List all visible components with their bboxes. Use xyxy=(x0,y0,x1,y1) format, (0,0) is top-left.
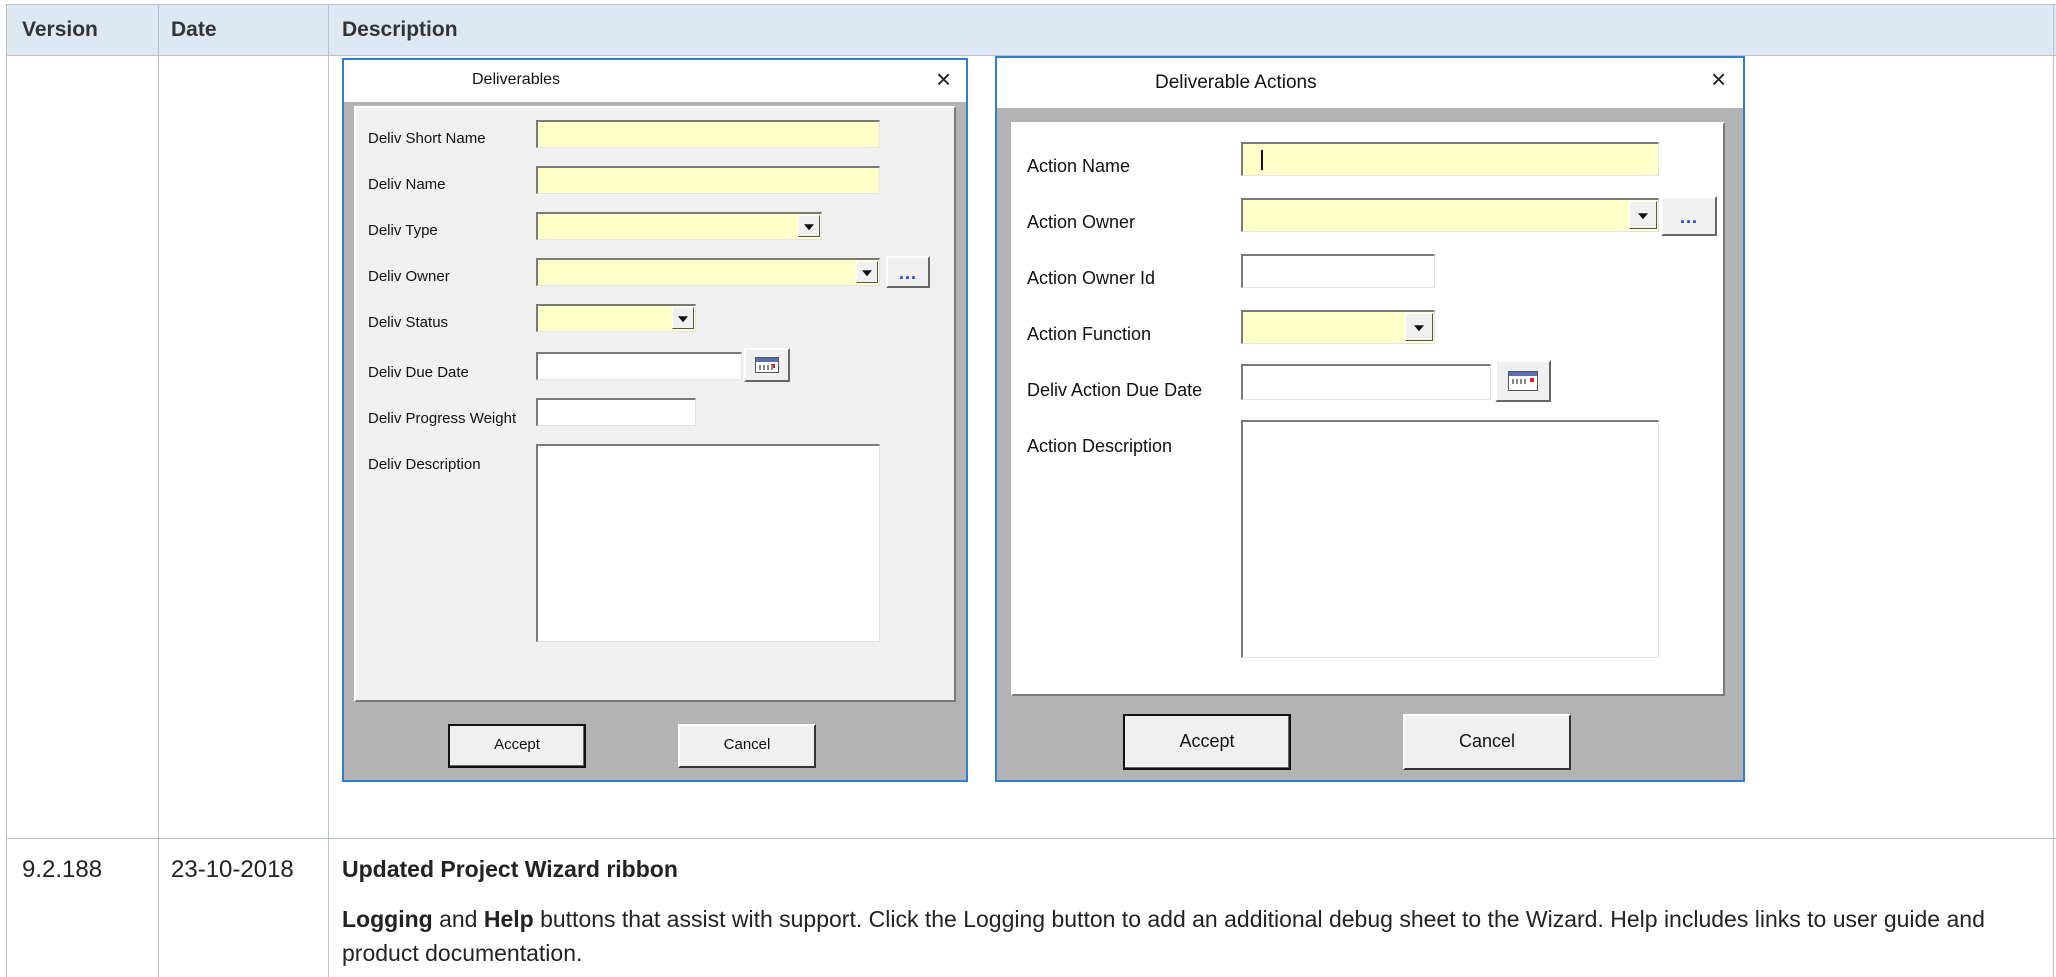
logging-bold-text: Logging xyxy=(342,906,433,932)
header-version: Version xyxy=(22,18,98,41)
dialog-body: Action Name Action Owner ... Action Owne… xyxy=(997,108,1743,780)
grid-col1 xyxy=(158,4,159,977)
label-action-owner-id: Action Owner Id xyxy=(1027,268,1156,288)
chevron-down-icon[interactable] xyxy=(856,261,878,283)
label-action-function: Action Function xyxy=(1027,324,1152,344)
label-action-owner: Action Owner xyxy=(1027,212,1136,232)
chevron-down-icon[interactable] xyxy=(1629,201,1657,229)
short-name-input[interactable] xyxy=(536,120,880,148)
label-short-name: Deliv Short Name xyxy=(368,130,486,147)
due-date-input[interactable] xyxy=(536,352,742,380)
chevron-down-icon[interactable] xyxy=(798,215,820,237)
chevron-down-icon[interactable] xyxy=(672,307,694,329)
label-progress-weight: Deliv Progress Weight xyxy=(368,410,517,427)
progress-weight-input[interactable] xyxy=(536,398,696,426)
accept-button[interactable]: Accept xyxy=(448,724,586,768)
action-description-textarea[interactable] xyxy=(1241,420,1659,658)
action-owner-id-input[interactable] xyxy=(1241,254,1435,288)
deliverables-dialog: Deliverables × Deliv Short Name Deliv Na… xyxy=(342,58,968,782)
cancel-button[interactable]: Cancel xyxy=(1403,714,1571,770)
dialog-title: Deliverable Actions xyxy=(1155,72,1317,93)
action-name-input[interactable] xyxy=(1241,142,1659,176)
form-panel: Deliv Short Name Deliv Name Deliv Type D… xyxy=(354,106,956,702)
action-owner-lookup-button[interactable]: ... xyxy=(1661,196,1717,236)
label-description: Deliv Description xyxy=(368,456,481,473)
grid-col2 xyxy=(328,4,329,977)
action-owner-select[interactable] xyxy=(1241,198,1659,232)
owner-select[interactable] xyxy=(536,258,880,286)
row-description-body: Logging and Help buttons that assist wit… xyxy=(342,906,1985,966)
description-textarea[interactable] xyxy=(536,444,880,642)
table-header-row xyxy=(6,4,2056,56)
close-icon[interactable]: × xyxy=(936,66,951,92)
action-function-select[interactable] xyxy=(1241,310,1435,344)
form-panel: Action Name Action Owner ... Action Owne… xyxy=(1011,122,1725,696)
label-action-name: Action Name xyxy=(1027,156,1131,176)
row-date: 23-10-2018 xyxy=(171,856,294,883)
chevron-down-icon[interactable] xyxy=(1405,313,1433,341)
calendar-icon xyxy=(1508,371,1538,391)
grid-top xyxy=(6,4,2056,5)
header-description: Description xyxy=(342,18,458,41)
grid-left xyxy=(6,4,7,977)
deliverable-actions-dialog: Deliverable Actions × Action Name Action… xyxy=(995,56,1745,782)
calendar-button[interactable] xyxy=(1495,360,1551,402)
label-type: Deliv Type xyxy=(368,222,438,239)
label-action-due-date: Deliv Action Due Date xyxy=(1027,380,1203,400)
grid-right xyxy=(2053,4,2054,977)
status-select[interactable] xyxy=(536,304,696,332)
accept-button[interactable]: Accept xyxy=(1123,714,1291,770)
label-owner: Deliv Owner xyxy=(368,268,450,285)
label-name: Deliv Name xyxy=(368,176,446,193)
dialog-title: Deliverables xyxy=(472,71,561,88)
name-input[interactable] xyxy=(536,166,880,194)
grid-row-divider xyxy=(6,838,2056,839)
label-action-description: Action Description xyxy=(1027,436,1173,456)
action-due-date-input[interactable] xyxy=(1241,364,1491,400)
close-icon[interactable]: × xyxy=(1711,66,1726,92)
label-due-date: Deliv Due Date xyxy=(368,364,469,381)
header-date: Date xyxy=(171,18,217,41)
cancel-button[interactable]: Cancel xyxy=(678,724,816,768)
row-version: 9.2.188 xyxy=(22,856,103,883)
text-caret xyxy=(1261,150,1263,170)
calendar-icon xyxy=(755,357,779,373)
row-description-title: Updated Project Wizard ribbon xyxy=(342,856,678,882)
dialog-body: Deliv Short Name Deliv Name Deliv Type D… xyxy=(344,102,966,780)
calendar-button[interactable] xyxy=(744,348,790,382)
label-status: Deliv Status xyxy=(368,314,449,331)
owner-lookup-button[interactable]: ... xyxy=(886,256,930,288)
help-bold-text: Help xyxy=(483,906,534,932)
type-select[interactable] xyxy=(536,212,822,240)
